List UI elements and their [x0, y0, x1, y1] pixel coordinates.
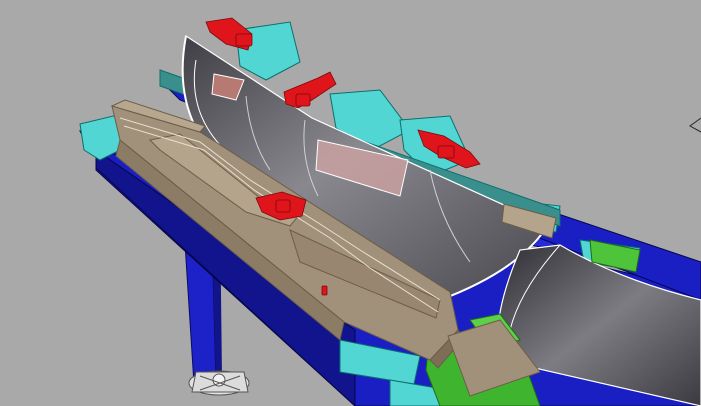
toggle-clamp-5 [321, 285, 328, 296]
cad-3d-viewport[interactable] [0, 0, 701, 406]
leveling-foot [188, 370, 250, 396]
